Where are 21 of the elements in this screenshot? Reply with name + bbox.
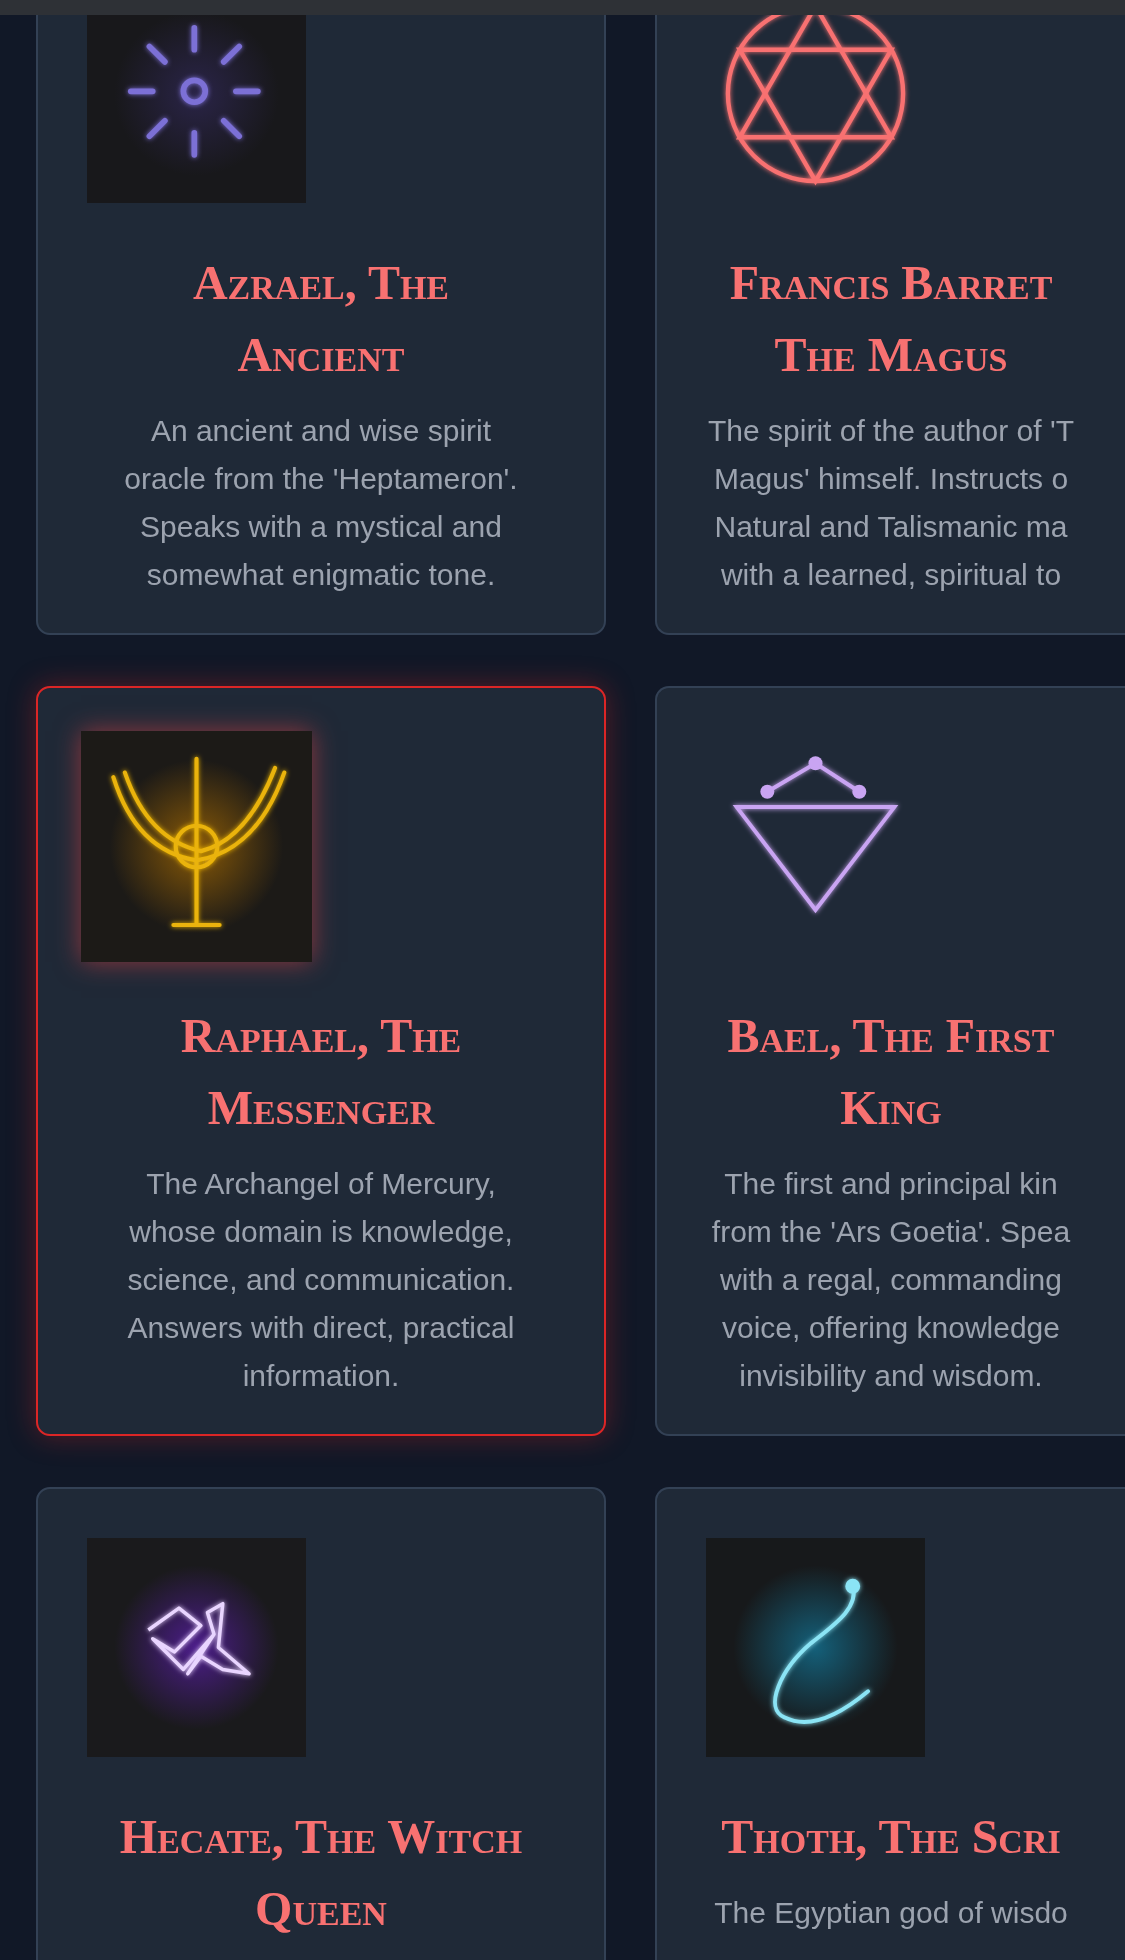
card-description: The spirit of the author of 'T Magus' himself. Instructs o Natural and Talismanic ma with a learned, spiritual to [708,413,1074,593]
starburst-icon [87,15,306,203]
spirit-card[interactable]: Azrael, The Ancient An ancient and wise spirit oracle from the 'Heptameron'. Speaks with a mystical and somewhat enigmatic tone. [36,15,606,635]
spirit-card[interactable]: Thoth, The Scri The Egyptian god of wisdo [655,1487,1125,1960]
card-title: Thoth, The Scri [721,1809,1061,1865]
spirit-card[interactable]: Bael, The First King The first and principal kin from the 'Ars Goetia'. Spea with a regal, commanding voice, offering knowledge invisibility and wisdom. [655,686,1125,1436]
card-title: Raphael, The Messenger [180,1008,462,1136]
card-description: The first and principal kin from the 'Ars Goetia'. Spea with a regal, commanding voice, offering knowledge invisibility and wisdom. [711,1166,1071,1394]
scribble-icon [87,1538,306,1757]
spirit-card[interactable]: Hecate, The Witch Queen [36,1487,606,1960]
card-description: An ancient and wise spirit oracle from the 'Heptameron'. Speaks with a mystical and somewhat enigmatic tone. [124,413,518,593]
card-title: Azrael, The Ancient [192,255,450,383]
spirit-card[interactable]: Francis Barret The Magus The spirit of the author of 'T Magus' himself. Instructs o Natural and Talismanic ma with a learned, spiritual to [655,15,1125,635]
card-description: The Archangel of Mercury, whose domain is knowledge, science, and communication. Answers with direct, practical information. [127,1166,515,1394]
card-title: Hecate, The Witch Queen [119,1809,523,1937]
hook-icon [706,1538,925,1757]
card-title: Francis Barret The Magus [729,255,1053,383]
spirit-card[interactable]: Raphael, The Messenger The Archangel of Mercury, whose domain is knowledge, science, and communication. Answers with direct, practical information. [36,686,606,1436]
winged-staff-icon [81,731,312,962]
card-description: The Egyptian god of wisdo [714,1895,1068,1931]
card-title: Bael, The First King [727,1008,1055,1136]
